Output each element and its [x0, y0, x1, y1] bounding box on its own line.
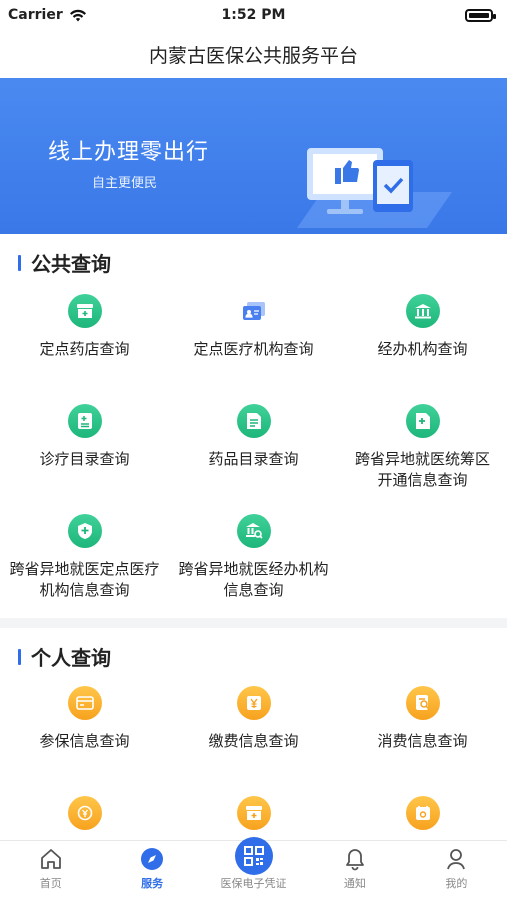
- insurance-card-icon: [67, 686, 102, 720]
- item-treatment-catalog[interactable]: 诊疗目录查询: [0, 404, 169, 470]
- tab-label: 通知: [343, 877, 366, 890]
- section-marker: [18, 648, 21, 665]
- shield-plus-icon: [67, 514, 102, 548]
- institution-icon: [405, 294, 440, 328]
- section-divider: [0, 618, 507, 628]
- receipt-search-icon: [405, 686, 440, 720]
- public-query-section: 公共查询 定点药店查询 定点医疗机构查询 经办机构查询 诊疗目录查询 药品目录查…: [0, 234, 507, 618]
- tab-label: 服务: [141, 877, 164, 890]
- computer-illustration-icon: [297, 148, 452, 228]
- item-agency[interactable]: 经办机构查询: [338, 294, 507, 360]
- item-personal-4[interactable]: [0, 796, 169, 840]
- item-label: 药品目录查询: [208, 450, 299, 468]
- status-bar: Carrier 1:52 PM: [0, 0, 507, 30]
- item-label: 跨省异地就医定点医疗机构信息查询: [9, 560, 160, 599]
- banner-title: 线上办理零出行: [48, 140, 210, 165]
- item-drug-catalog[interactable]: 药品目录查询: [169, 404, 338, 470]
- tab-e-voucher[interactable]: 医保电子凭证: [203, 837, 304, 900]
- item-label: 跨省异地就医经办机构信息查询: [178, 560, 329, 599]
- wifi-icon: [69, 9, 86, 21]
- item-cross-province-institution[interactable]: 跨省异地就医定点医疗机构信息查询: [0, 514, 169, 601]
- page-title: 内蒙古医保公共服务平台: [148, 44, 358, 67]
- banner-subtitle: 自主更便民: [92, 176, 158, 191]
- item-label: 缴费信息查询: [208, 732, 299, 750]
- tab-home[interactable]: 首页: [0, 841, 101, 900]
- tab-service[interactable]: 服务: [101, 841, 202, 900]
- calendar-search-icon: [405, 796, 440, 830]
- carrier-label: Carrier: [8, 7, 63, 23]
- drug-list-icon: [236, 404, 271, 438]
- item-label: 跨省异地就医统筹区开通信息查询: [354, 450, 490, 489]
- tab-notice[interactable]: 通知: [304, 841, 405, 900]
- coin-icon: [67, 796, 102, 830]
- section-title-personal: 个人查询: [31, 646, 111, 670]
- item-label: 参保信息查询: [39, 732, 130, 750]
- home-icon: [39, 845, 63, 873]
- tab-mine[interactable]: 我的: [406, 841, 507, 900]
- item-label: 消费信息查询: [377, 732, 468, 750]
- section-title-public: 公共查询: [31, 252, 111, 276]
- tab-label: 首页: [39, 877, 62, 890]
- battery-icon: [465, 8, 496, 22]
- item-label: 定点医疗机构查询: [193, 340, 314, 358]
- item-label: 诊疗目录查询: [39, 450, 130, 468]
- bell-icon: [344, 845, 366, 873]
- item-label: 经办机构查询: [377, 340, 468, 358]
- item-personal-6[interactable]: [338, 796, 507, 840]
- pharmacy-icon: [67, 294, 102, 328]
- item-pharmacy[interactable]: 定点药店查询: [0, 294, 169, 360]
- item-label: 定点药店查询: [39, 340, 130, 358]
- banner[interactable]: 线上办理零出行 自主更便民: [0, 78, 507, 234]
- compass-icon: [140, 845, 164, 873]
- item-payment-info[interactable]: 缴费信息查询: [169, 686, 338, 752]
- tab-bar: 首页 服务 医保电子凭证 通知 我的: [0, 837, 507, 900]
- payment-icon: [236, 686, 271, 720]
- bank-search-icon: [236, 514, 271, 548]
- id-card-icon: [236, 294, 271, 328]
- item-medical-institution[interactable]: 定点医疗机构查询: [169, 294, 338, 360]
- item-insurance-info[interactable]: 参保信息查询: [0, 686, 169, 752]
- item-consumption-info[interactable]: 消费信息查询: [338, 686, 507, 752]
- tab-label: 医保电子凭证: [220, 877, 287, 890]
- nav-bar: 内蒙古医保公共服务平台: [0, 30, 507, 78]
- hospital-doc-icon: [405, 404, 440, 438]
- personal-query-section: 个人查询 参保信息查询 缴费信息查询 消费信息查询: [0, 628, 507, 840]
- section-marker: [18, 254, 21, 271]
- item-cross-province-area[interactable]: 跨省异地就医统筹区开通信息查询: [338, 404, 507, 491]
- tab-label: 我的: [445, 877, 468, 890]
- catalog-icon: [67, 404, 102, 438]
- user-icon: [445, 845, 467, 873]
- qr-code-icon: [234, 837, 273, 875]
- item-cross-province-agency[interactable]: 跨省异地就医经办机构信息查询: [169, 514, 338, 601]
- item-personal-5[interactable]: [169, 796, 338, 840]
- medkit-icon: [236, 796, 271, 830]
